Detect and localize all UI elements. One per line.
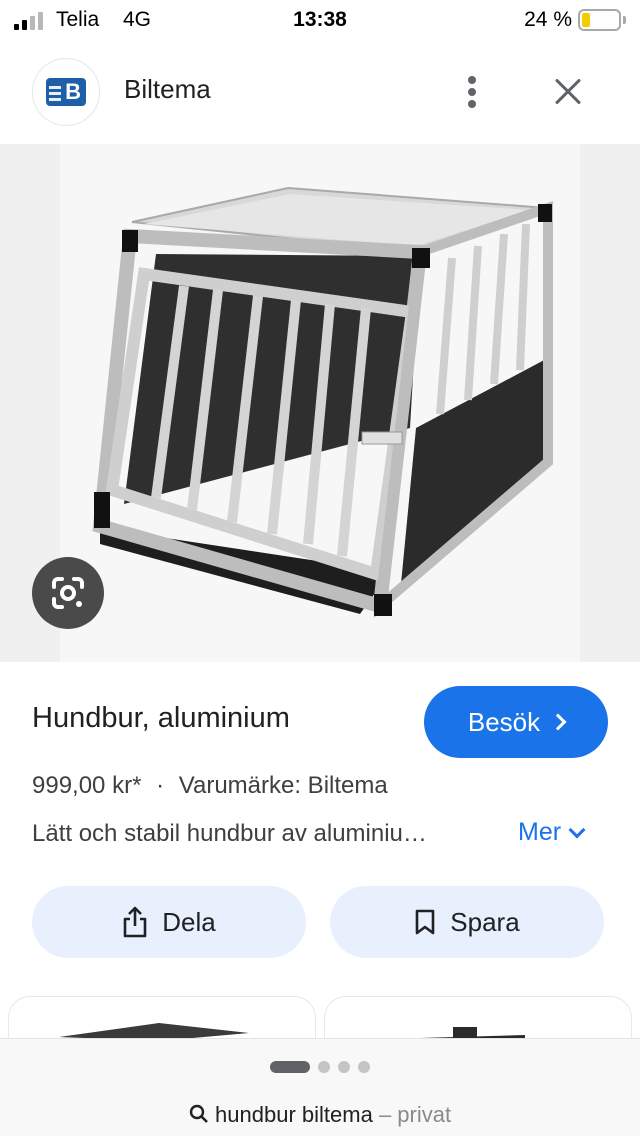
battery-icon [578,9,626,31]
more-link[interactable]: Mer [518,818,586,847]
google-lens-icon [52,577,84,609]
site-logo[interactable]: B [32,58,100,126]
product-image [60,144,580,662]
visit-button[interactable]: Besök [424,686,608,758]
share-icon [123,906,147,938]
product-brand: Varumärke: Biltema [178,772,388,799]
pager-dot[interactable] [338,1061,350,1073]
search-icon [189,1104,208,1123]
chevron-down-icon [568,821,586,838]
result-header: B Biltema [0,50,640,134]
pager-dot[interactable] [318,1061,330,1073]
product-meta: 999,00 kr* · Varumärke: Biltema [32,772,388,800]
more-label: Mer [518,818,562,846]
save-button[interactable]: Spara [330,886,604,958]
biltema-logo-icon: B [46,78,86,106]
site-name[interactable]: Biltema [124,74,211,105]
product-title: Hundbur, aluminium [32,702,290,734]
pager-dot-active[interactable] [270,1061,310,1073]
save-label: Spara [450,906,520,937]
google-lens-button[interactable] [32,557,104,629]
search-query-text: hundbur biltema [215,1102,373,1127]
meta-separator: · [156,772,165,799]
pager-dot[interactable] [358,1061,370,1073]
chevron-right-icon [549,713,567,731]
more-vert-icon[interactable] [458,72,486,112]
status-bar: Telia 4G 13:38 24 % [0,0,640,44]
logo-letter: B [65,79,81,104]
image-pager[interactable] [270,1061,370,1073]
share-button[interactable]: Dela [32,886,306,958]
search-query-bar[interactable]: hundbur biltema – privat [0,1102,640,1128]
bookmark-icon [415,909,435,935]
battery-percent: 24 % [524,8,572,31]
product-price: 999,00 kr* [32,772,142,799]
dog-crate-image [92,186,553,619]
visit-label: Besök [467,706,541,737]
close-icon[interactable] [548,72,588,112]
private-label: – privat [378,1102,452,1127]
share-label: Dela [162,906,216,937]
product-description: Lätt och stabil hundbur av aluminiu… [32,820,427,847]
bottom-bar: hundbur biltema – privat [0,1038,640,1136]
